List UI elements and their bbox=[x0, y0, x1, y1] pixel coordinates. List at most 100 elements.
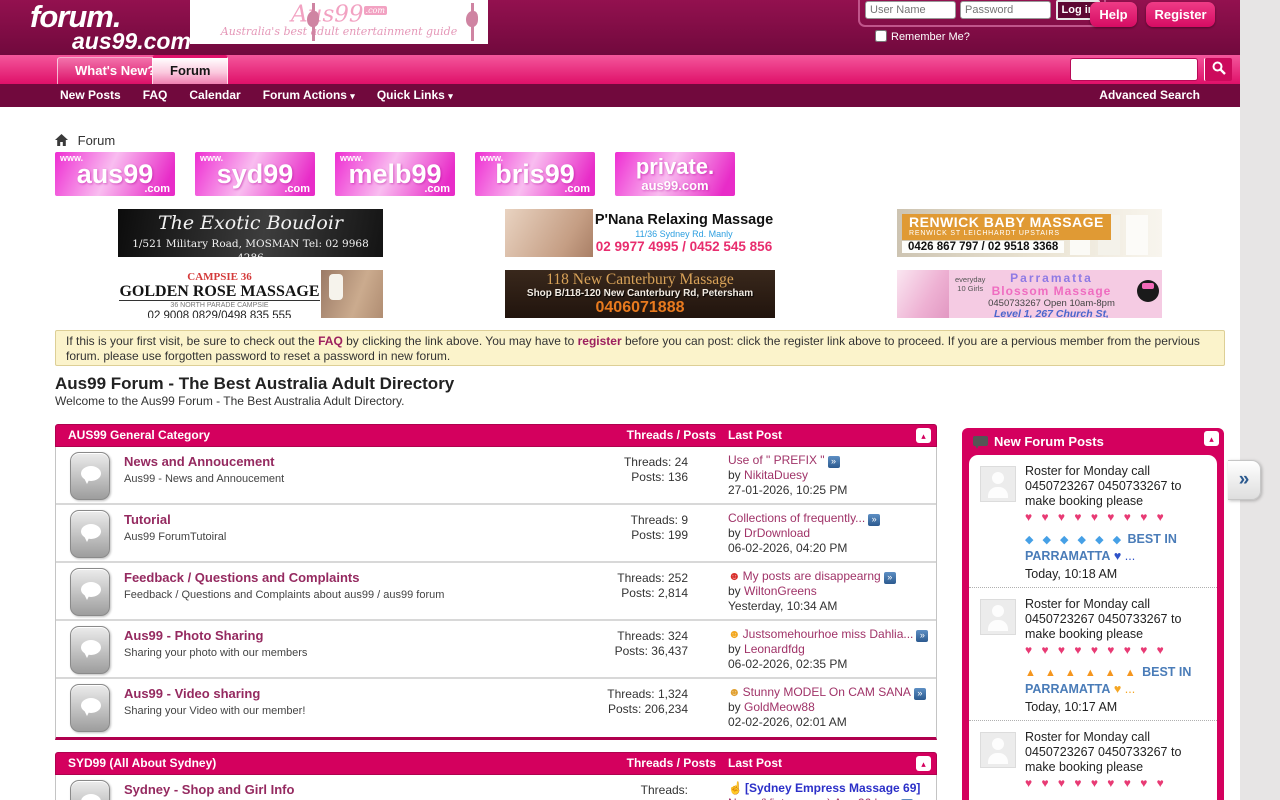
sidebar-post[interactable]: Roster for Monday call 0450723267 045073… bbox=[969, 588, 1217, 721]
nav-faq[interactable]: FAQ bbox=[143, 88, 168, 102]
help-button[interactable]: Help bbox=[1090, 2, 1137, 27]
ad-logo bbox=[1137, 280, 1159, 302]
forum-stats: Threads: 324Posts: 36,437 bbox=[526, 629, 688, 659]
banner-aus99[interactable]: www.aus99.com bbox=[55, 152, 175, 196]
username-input[interactable] bbox=[865, 1, 956, 19]
remember-me-checkbox[interactable] bbox=[875, 30, 887, 42]
collapse-button[interactable]: ▴ bbox=[1204, 431, 1219, 446]
register-button[interactable]: Register bbox=[1146, 2, 1215, 27]
ad-exotic-boudoir[interactable]: The Exotic Boudoir 1/521 Military Road, … bbox=[118, 209, 383, 257]
last-post-user-link[interactable]: DrDownload bbox=[744, 526, 810, 540]
last-post-title-link[interactable]: Collections of frequently... bbox=[728, 511, 865, 525]
faq-link[interactable]: FAQ bbox=[318, 334, 343, 348]
sidebar-toggle-button[interactable]: » bbox=[1228, 460, 1261, 500]
last-post-user-link[interactable]: Leonardfdg bbox=[744, 642, 805, 656]
register-link[interactable]: register bbox=[578, 334, 622, 348]
last-post-title-link[interactable]: Stunny MODEL On CAM SANA bbox=[743, 685, 911, 699]
banner-sub: aus99.com bbox=[615, 179, 735, 192]
ad-phone: 02 9977 4995 / 0452 545 856 bbox=[593, 239, 775, 255]
banner-com: .com bbox=[564, 183, 590, 195]
category-title[interactable]: AUS99 General Category bbox=[68, 428, 210, 442]
last-post-date: Yesterday, 10:34 AM bbox=[728, 599, 933, 614]
goto-last-post-icon[interactable]: » bbox=[868, 514, 880, 526]
last-post-title-link[interactable]: Nana (Vietnamese) Aus 26 ho... bbox=[728, 796, 898, 800]
sidebar-post[interactable]: Roster for Monday call 0450723267 045073… bbox=[969, 721, 1217, 800]
post-text: Roster for Monday call 0450723267 045073… bbox=[1025, 597, 1209, 642]
banner-bris99[interactable]: www.bris99.com bbox=[475, 152, 595, 196]
ad-golden-rose-massage[interactable]: CAMPSIE 36 GOLDEN ROSE MASSAGE 36 NORTH … bbox=[118, 270, 383, 318]
header-ad-banner[interactable]: Aus99.com Australia's best adult enterta… bbox=[190, 0, 488, 44]
tab-forum[interactable]: Forum bbox=[152, 55, 228, 84]
ad-address: 11/36 Sydney Rd. Manly bbox=[593, 229, 775, 239]
last-post-user-link[interactable]: WiltonGreens bbox=[744, 584, 817, 598]
last-post-user-link[interactable]: GoldMeow88 bbox=[744, 700, 815, 714]
avatar bbox=[980, 466, 1016, 502]
dancer-silhouette-icon bbox=[471, 3, 474, 41]
remember-me[interactable]: Remember Me? bbox=[875, 30, 970, 43]
category-title[interactable]: SYD99 (All About Sydney) bbox=[68, 756, 216, 770]
ad-phone: 0406071888 bbox=[505, 299, 775, 316]
avatar bbox=[980, 732, 1016, 768]
goto-last-post-icon[interactable]: » bbox=[916, 630, 928, 642]
last-post-title-link[interactable]: Use of " PREFIX " bbox=[728, 453, 825, 467]
page-subtitle: Welcome to the Aus99 Forum - The Best Au… bbox=[55, 394, 405, 408]
home-icon[interactable] bbox=[55, 134, 68, 146]
ad-address: 1/521 Military Road, MOSMAN Tel: 02 9968… bbox=[118, 237, 383, 257]
goto-last-post-icon[interactable]: » bbox=[914, 688, 926, 700]
post-date: Today, 10:18 AM bbox=[1025, 567, 1209, 582]
forum-title-link[interactable]: Aus99 - Photo Sharing bbox=[124, 628, 263, 643]
last-post-title-link[interactable]: My posts are disappearng bbox=[743, 569, 881, 583]
last-post-title-link[interactable]: Justsomehourhoe miss Dahlia... bbox=[743, 627, 914, 641]
search-input[interactable] bbox=[1070, 58, 1198, 81]
forum-title-link[interactable]: News and Annoucement bbox=[124, 454, 274, 469]
site-logo[interactable]: forum. aus99.com bbox=[30, 1, 191, 53]
page-title: Aus99 Forum - The Best Australia Adult D… bbox=[55, 374, 454, 394]
collapse-button[interactable]: ▴ bbox=[916, 428, 931, 443]
new-forum-posts-widget: New Forum Posts ▴ Roster for Monday call… bbox=[962, 428, 1224, 800]
top-header: forum. aus99.com Aus99.com Australia's b… bbox=[0, 0, 1240, 55]
ad-title: GOLDEN ROSE MASSAGE bbox=[119, 283, 319, 301]
ad-canterbury-massage[interactable]: 118 New Canterbury Massage Shop B/118-12… bbox=[505, 270, 775, 318]
forum-row-photo-sharing: Aus99 - Photo Sharing Sharing your photo… bbox=[56, 621, 936, 679]
banner-brand: Aus99.com bbox=[190, 0, 488, 26]
last-post: ☻Stunny MODEL On CAM SANA» by GoldMeow88… bbox=[728, 685, 933, 730]
banner-www: www. bbox=[60, 153, 83, 163]
ad-subtitle: Blossom Massage bbox=[967, 285, 1136, 298]
goto-last-post-icon[interactable]: » bbox=[828, 456, 840, 468]
banner-melb99[interactable]: www.melb99.com bbox=[335, 152, 455, 196]
forum-title-link[interactable]: Sydney - Shop and Girl Info bbox=[124, 782, 294, 797]
collapse-button[interactable]: ▴ bbox=[916, 756, 931, 771]
forum-icon bbox=[70, 684, 110, 732]
goto-last-post-icon[interactable]: » bbox=[884, 572, 896, 584]
last-post-title-link[interactable]: [Sydney Empress Massage 69] bbox=[745, 781, 920, 795]
ad-address: 36 NORTH PARADE CAMPSIE bbox=[118, 301, 321, 310]
forum-title-link[interactable]: Feedback / Questions and Complaints bbox=[124, 570, 360, 585]
nav-calendar[interactable]: Calendar bbox=[189, 88, 240, 102]
nav-forum-actions[interactable]: Forum Actions ▾ bbox=[263, 88, 355, 102]
ad-blossom-massage[interactable]: everyday10 Girls Parramatta Blossom Mass… bbox=[897, 270, 1162, 318]
nav-new-posts[interactable]: New Posts bbox=[60, 88, 121, 102]
search-button[interactable] bbox=[1204, 58, 1232, 81]
last-post-user-link[interactable]: NikitaDuesy bbox=[744, 468, 808, 482]
login-form: Log in bbox=[858, 0, 1106, 27]
password-input[interactable] bbox=[960, 1, 1051, 19]
forum-stats: Threads: 252Posts: 2,814 bbox=[526, 571, 688, 601]
diamond-icons: ◆ ◆ ◆ ◆ ◆ ◆ bbox=[1025, 534, 1124, 546]
ad-photo bbox=[897, 270, 949, 318]
category-header: AUS99 General Category Threads / Posts L… bbox=[55, 424, 937, 447]
smiley-face-icon: ☻ bbox=[728, 627, 741, 641]
forum-title-link[interactable]: Aus99 - Video sharing bbox=[124, 686, 260, 701]
ad-photo bbox=[321, 270, 383, 318]
ad-renwick-massage[interactable]: RENWICK BABY MASSAGE RENWICK ST LEICHHAR… bbox=[897, 209, 1162, 257]
forum-title-link[interactable]: Tutorial bbox=[124, 512, 171, 527]
forum-description: Sharing your Video with our member! bbox=[124, 705, 305, 717]
ad-title: The Exotic Boudoir bbox=[118, 209, 383, 237]
banner-syd99[interactable]: www.syd99.com bbox=[195, 152, 315, 196]
banner-private-aus99[interactable]: private.aus99.com bbox=[615, 152, 735, 196]
post-date: Today, 10:17 AM bbox=[1025, 700, 1209, 715]
sidebar-post[interactable]: Roster for Monday call 0450723267 045073… bbox=[969, 455, 1217, 588]
advanced-search-link[interactable]: Advanced Search bbox=[1099, 84, 1200, 107]
nav-quick-links[interactable]: Quick Links ▾ bbox=[377, 88, 453, 102]
breadcrumb-forum[interactable]: Forum bbox=[78, 133, 116, 148]
ad-pnana-massage[interactable]: P'Nana Relaxing Massage 11/36 Sydney Rd.… bbox=[505, 209, 775, 257]
